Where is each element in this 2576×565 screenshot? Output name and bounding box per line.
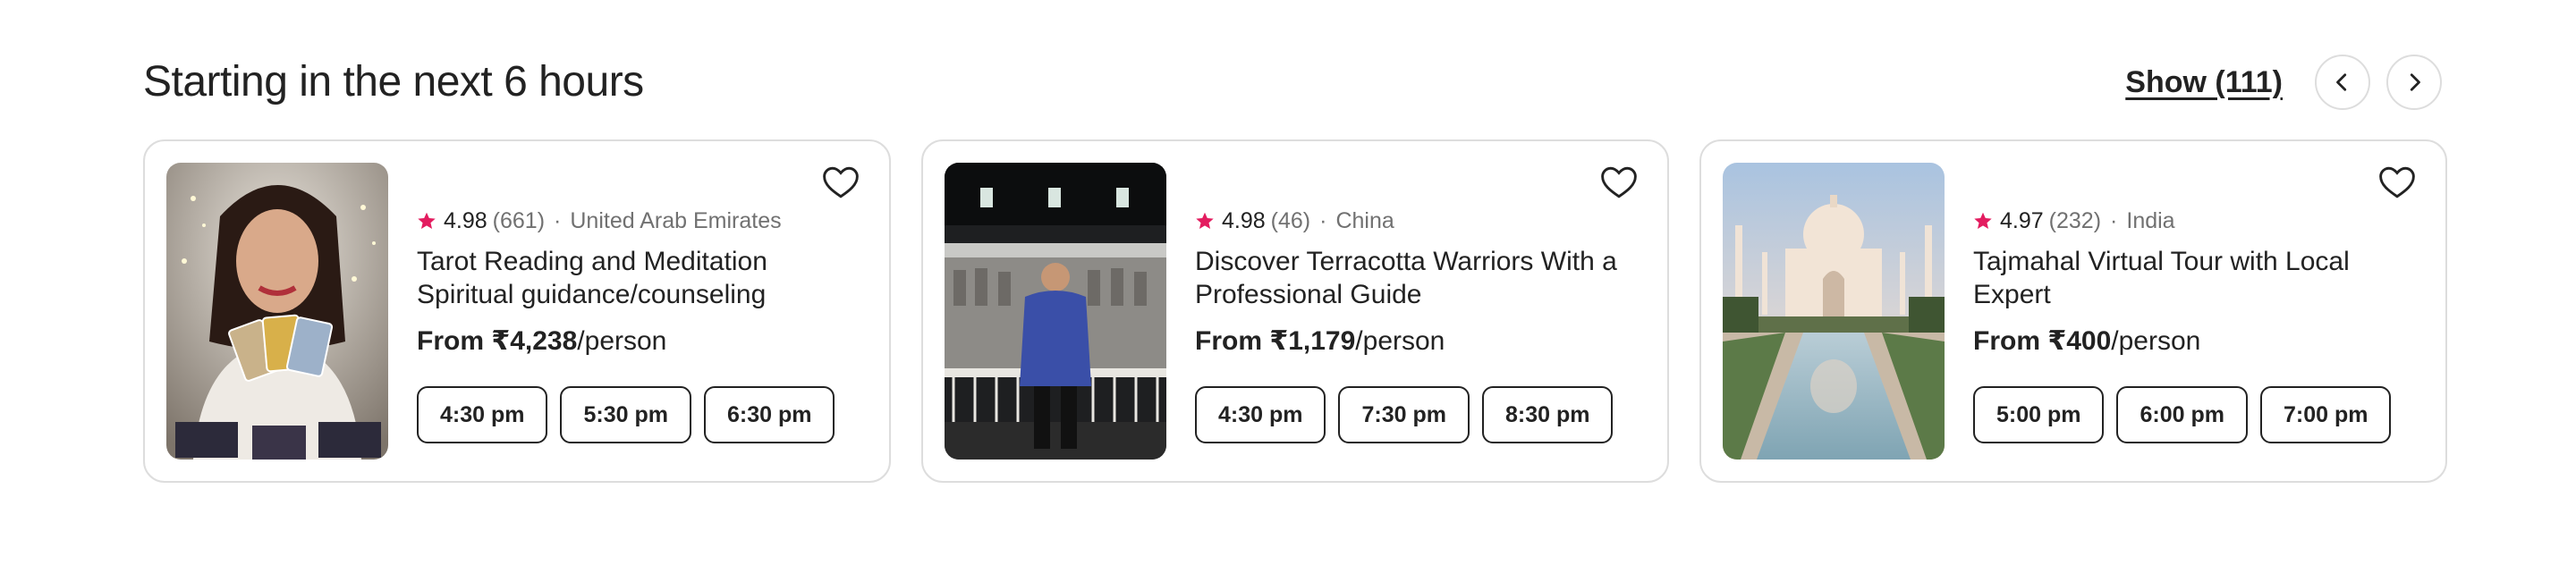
- terracotta-guide-photo: [945, 163, 1166, 460]
- time-slot-button[interactable]: 5:30 pm: [560, 386, 691, 443]
- experience-title[interactable]: Tajmahal Virtual Tour with Local Expert: [1973, 245, 2419, 311]
- review-count: (232): [2048, 207, 2102, 233]
- experience-photo[interactable]: [945, 163, 1166, 460]
- experience-carousel: 4.98 (661) · United Arab Emirates Tarot …: [143, 139, 2447, 483]
- location: India: [2126, 207, 2175, 233]
- price: From ₹4,238/person: [417, 324, 862, 359]
- price-amount: ₹400: [2047, 326, 2112, 356]
- star-icon: [1974, 212, 1992, 229]
- star-icon: [418, 212, 436, 229]
- previous-button[interactable]: [2315, 55, 2370, 110]
- price-unit: /person: [2111, 326, 2201, 356]
- review-count: (661): [492, 207, 546, 233]
- experience-info: 4.98 (46) · China Discover Terracotta Wa…: [1195, 206, 1640, 443]
- next-button[interactable]: [2386, 55, 2442, 110]
- price: From ₹1,179/person: [1195, 324, 1640, 359]
- star-icon: [1196, 212, 1214, 229]
- tarot-reader-photo: [166, 163, 388, 460]
- time-slot-button[interactable]: 5:00 pm: [1973, 386, 2105, 443]
- experience-photo[interactable]: [1723, 163, 1945, 460]
- chevron-right-icon: [2410, 73, 2420, 91]
- price-amount: ₹4,238: [491, 326, 578, 356]
- price-prefix: From: [1195, 326, 1270, 356]
- experience-info: 4.98 (661) · United Arab Emirates Tarot …: [417, 206, 862, 443]
- price-prefix: From: [1973, 326, 2048, 356]
- price: From ₹400/person: [1973, 324, 2419, 359]
- taj-mahal-photo: [1723, 163, 1945, 460]
- time-slot-button[interactable]: 7:30 pm: [1338, 386, 1470, 443]
- heart-icon: [2379, 166, 2415, 198]
- section-title: Starting in the next 6 hours: [143, 58, 644, 105]
- experience-meta: 4.98 (661) · United Arab Emirates: [417, 206, 862, 236]
- separator-dot: ·: [1319, 207, 1327, 233]
- time-slot-button[interactable]: 7:00 pm: [2259, 386, 2392, 443]
- save-to-wishlist-button[interactable]: [819, 161, 862, 204]
- experience-info: 4.97 (232) · India Tajmahal Virtual Tour…: [1973, 206, 2419, 443]
- price-unit: /person: [1355, 326, 1445, 356]
- time-slot-button[interactable]: 4:30 pm: [417, 386, 548, 443]
- time-slot-button[interactable]: 6:30 pm: [703, 386, 835, 443]
- time-slots: 4:30 pm 5:30 pm 6:30 pm: [417, 386, 862, 443]
- header-controls: Show (111): [2125, 54, 2442, 111]
- rating-value: 4.98: [444, 207, 487, 233]
- experience-title[interactable]: Discover Terracotta Warriors With a Prof…: [1195, 245, 1640, 311]
- separator-dot: ·: [554, 207, 562, 233]
- experience-meta: 4.98 (46) · China: [1195, 206, 1640, 236]
- time-slots: 4:30 pm 7:30 pm 8:30 pm: [1195, 386, 1640, 443]
- time-slots: 5:00 pm 6:00 pm 7:00 pm: [1973, 386, 2419, 443]
- experience-photo[interactable]: [166, 163, 388, 460]
- location: China: [1335, 207, 1394, 233]
- experience-card[interactable]: 4.97 (232) · India Tajmahal Virtual Tour…: [1699, 139, 2447, 483]
- rating-value: 4.97: [2000, 207, 2044, 233]
- price-unit: /person: [577, 326, 667, 356]
- experience-title[interactable]: Tarot Reading and Meditation Spiritual g…: [417, 245, 862, 311]
- experience-meta: 4.97 (232) · India: [1973, 206, 2419, 236]
- price-prefix: From: [417, 326, 492, 356]
- heart-icon: [1601, 166, 1637, 198]
- chevron-left-icon: [2336, 73, 2347, 91]
- price-amount: ₹1,179: [1269, 326, 1356, 356]
- review-count: (46): [1270, 207, 1311, 233]
- time-slot-button[interactable]: 4:30 pm: [1195, 386, 1326, 443]
- experience-card[interactable]: 4.98 (46) · China Discover Terracotta Wa…: [921, 139, 1669, 483]
- heart-icon: [823, 166, 859, 198]
- experience-card[interactable]: 4.98 (661) · United Arab Emirates Tarot …: [143, 139, 891, 483]
- rating-value: 4.98: [1222, 207, 1266, 233]
- show-all-link[interactable]: Show (111): [2125, 65, 2283, 100]
- location: United Arab Emirates: [570, 207, 782, 233]
- save-to-wishlist-button[interactable]: [1597, 161, 1640, 204]
- time-slot-button[interactable]: 8:30 pm: [1481, 386, 1614, 443]
- save-to-wishlist-button[interactable]: [2376, 161, 2419, 204]
- separator-dot: ·: [2110, 207, 2118, 233]
- time-slot-button[interactable]: 6:00 pm: [2116, 386, 2248, 443]
